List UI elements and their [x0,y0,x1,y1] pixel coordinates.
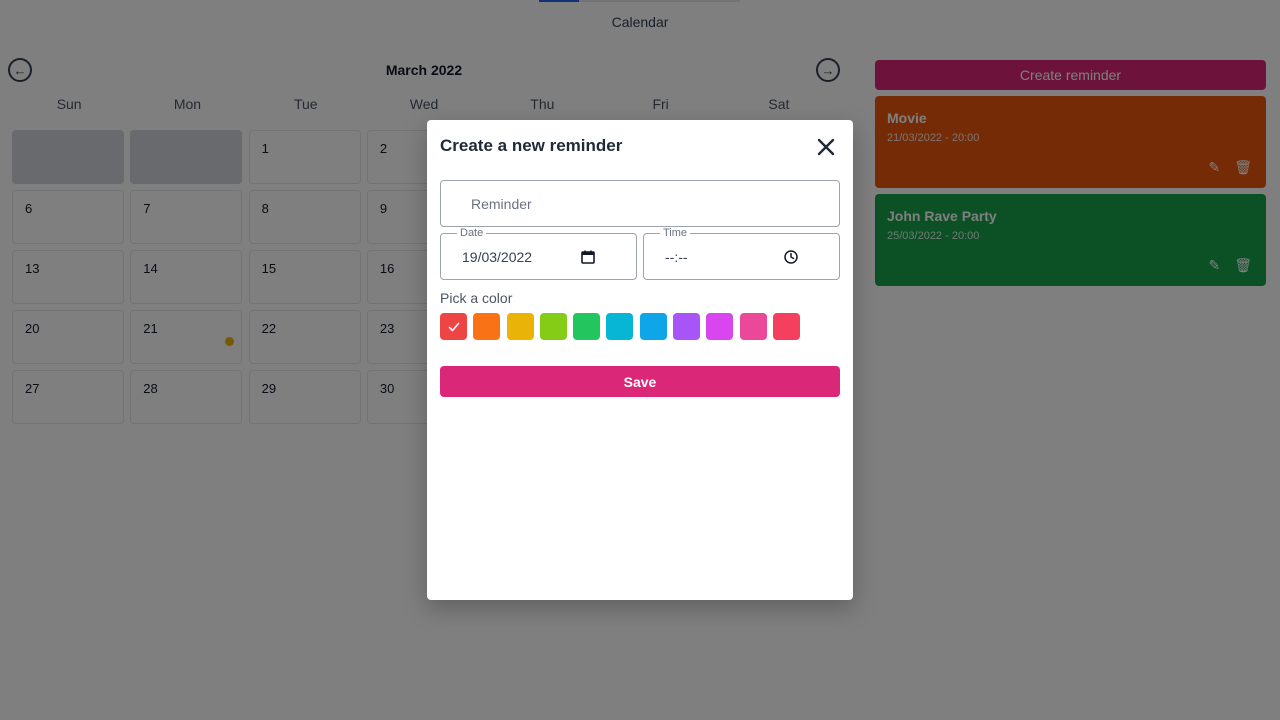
time-label: Time [660,227,691,240]
color-picker [440,313,800,340]
reminder-input[interactable] [441,181,839,226]
color-swatch[interactable] [506,313,534,340]
color-swatch[interactable] [573,313,601,340]
clock-icon[interactable] [783,249,799,265]
color-swatch[interactable] [739,313,767,340]
color-swatch[interactable] [539,313,567,340]
pick-color-label: Pick a color [440,290,513,306]
reminder-field [440,180,840,227]
save-button[interactable]: Save [440,366,840,397]
color-swatch[interactable] [606,313,634,340]
time-value: --:-- [665,249,688,265]
color-swatch[interactable] [440,313,467,340]
color-swatch[interactable] [772,313,800,340]
check-icon [448,322,459,331]
date-label: Date [457,227,487,240]
color-swatch[interactable] [473,313,501,340]
date-value: 19/03/2022 [462,249,533,265]
color-swatch[interactable] [639,313,667,340]
time-field[interactable]: Time --:-- [643,227,840,280]
calendar-icon[interactable] [580,249,596,265]
color-swatch[interactable] [706,313,734,340]
close-icon[interactable] [815,136,837,158]
date-field[interactable]: Date 19/03/2022 [440,227,637,280]
modal-title: Create a new reminder [440,136,623,155]
color-swatch[interactable] [673,313,701,340]
